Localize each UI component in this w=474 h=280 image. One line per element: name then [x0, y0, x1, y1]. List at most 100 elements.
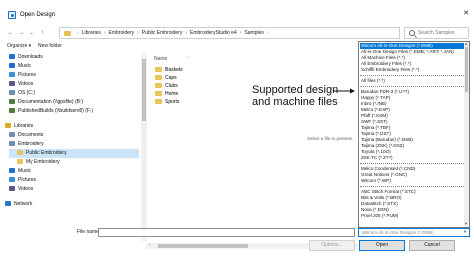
pictures-icon: [9, 177, 15, 182]
annotation-line-1: Supported design: [252, 84, 339, 96]
sidebar-item-downloads[interactable]: Downloads: [9, 53, 139, 62]
sidebar-item-publishedbuilds-drive[interactable]: PublishedBuilds (\\buildserv8) (F:): [9, 107, 139, 116]
column-header-name[interactable]: ^ Name: [154, 55, 189, 62]
navigation-scrollbar[interactable]: [141, 53, 147, 241]
documents-icon: [9, 132, 15, 137]
title-bar: Open Design ✕: [0, 9, 474, 21]
sidebar-item-label: PublishedBuilds (\\buildserv8) (F:): [18, 108, 94, 114]
breadcrumb-separator: ›: [103, 30, 106, 36]
dropdown-scrollbar[interactable]: ▲ ▼: [464, 42, 469, 227]
breadcrumb-embroidery[interactable]: Embroidery: [109, 30, 135, 36]
sidebar-item-documentation-drive[interactable]: Documentation (\\gpsfile) (B:): [9, 98, 139, 107]
sidebar-item-label: Libraries: [14, 123, 34, 129]
new-folder-button[interactable]: New folder: [38, 43, 62, 50]
column-header-label: Name: [154, 56, 168, 62]
list-item[interactable]: Clubs: [155, 82, 178, 90]
dropdown-separator: [360, 86, 464, 87]
filetype-option[interactable]: Proel 205 (*.PUM): [360, 213, 464, 219]
libraries-icon: [5, 123, 11, 128]
sidebar-item-videos[interactable]: Videos: [9, 80, 139, 89]
list-item[interactable]: Sports: [155, 98, 179, 106]
filetype-select[interactable]: Wilcom All-in-One Designs (*.EMB) ▼: [358, 228, 470, 237]
filetype-dropdown-list[interactable]: ▲ ▼ Wilcom All-in-One Designs (*.EMB) All…: [358, 41, 470, 228]
scrollbar-thumb[interactable]: [142, 59, 146, 121]
sidebar-item-my-embroidery[interactable]: My Embroidery: [17, 158, 139, 167]
folder-icon: [155, 99, 162, 104]
filetype-option[interactable]: All files (*.*): [360, 78, 464, 84]
up-button[interactable]: ↑: [38, 28, 47, 38]
address-bar[interactable]: › Libraries › Embroidery › Public Embroidery ›…: [59, 27, 449, 39]
network-icon: [5, 201, 11, 206]
folder-icon: [155, 75, 162, 80]
folder-icon: [155, 91, 162, 96]
file-name-input[interactable]: ▼: [98, 228, 454, 237]
sidebar-item-embroidery[interactable]: Embroidery: [9, 140, 139, 149]
sidebar-item-label: Pictures: [18, 72, 37, 78]
filetype-selected-value: Wilcom All-in-One Designs (*.EMB): [362, 230, 434, 235]
list-item[interactable]: Baskets: [155, 66, 183, 74]
network-drive-icon: [9, 99, 15, 104]
chevron-down-icon[interactable]: ▼: [463, 229, 467, 234]
scroll-left-icon[interactable]: ‹: [149, 242, 151, 248]
open-button[interactable]: Open: [359, 240, 405, 251]
forward-button[interactable]: →: [17, 28, 26, 38]
sidebar-item-pictures[interactable]: Pictures: [9, 71, 139, 80]
navigation-pane: Downloads Music Pictures Videos OS (C:) …: [5, 53, 143, 241]
file-name: Sports: [165, 99, 180, 105]
scroll-down-icon[interactable]: ▼: [464, 221, 468, 226]
sidebar-item-documents[interactable]: Documents: [9, 131, 139, 140]
sidebar-item-videos-library[interactable]: Videos: [9, 185, 139, 194]
list-item[interactable]: Home: [155, 90, 178, 98]
libraries-folder-icon: [64, 31, 71, 36]
sidebar-item-libraries[interactable]: Libraries: [5, 122, 139, 131]
sidebar-item-music[interactable]: Music: [9, 62, 139, 71]
library-icon: [9, 141, 15, 146]
filetype-option[interactable]: Wilcom (*.WP): [360, 178, 464, 184]
network-drive-icon: [9, 108, 15, 113]
window-title: Open Design: [20, 12, 56, 18]
sidebar-item-label: Videos: [18, 186, 34, 192]
music-icon: [9, 168, 15, 173]
breadcrumb-separator: ›: [137, 30, 139, 36]
search-input[interactable]: Search Samples: [404, 27, 469, 39]
list-item[interactable]: Caps: [155, 74, 177, 82]
breadcrumb-samples[interactable]: Samples: [244, 30, 263, 36]
sidebar-item-public-embroidery[interactable]: Public Embroidery: [9, 149, 139, 158]
preview-placeholder: Select a file to preview.: [307, 136, 354, 141]
scroll-up-icon[interactable]: ▲: [464, 42, 468, 46]
recent-locations-button[interactable]: ⌄: [27, 28, 36, 38]
sidebar-item-label: Music: [18, 63, 32, 69]
annotation-line-2: and machine files: [252, 96, 338, 108]
sidebar-item-label: My Embroidery: [26, 159, 60, 165]
sidebar-item-music-library[interactable]: Music: [9, 167, 139, 176]
open-design-dialog: Open Design ✕ ← → ⌄ ↑ › Libraries › Embroid…: [0, 0, 474, 280]
sidebar-item-pictures-library[interactable]: Pictures: [9, 176, 139, 185]
file-name: Home: [165, 91, 179, 97]
sidebar-item-label: Downloads: [18, 54, 43, 60]
breadcrumb-public-embroidery[interactable]: Public Embroidery: [142, 30, 183, 36]
filetype-option[interactable]: ZSK TC (*.Z??): [360, 155, 464, 161]
options-button[interactable]: Options...: [309, 240, 355, 251]
breadcrumb-embroiderystudio[interactable]: EmbroideryStudio e4: [190, 30, 237, 36]
scrollbar-thumb[interactable]: [158, 244, 248, 248]
close-button[interactable]: ✕: [461, 9, 471, 19]
file-name: Caps: [165, 75, 177, 81]
search-placeholder: Search Samples: [418, 30, 455, 36]
sidebar-item-os-drive[interactable]: OS (C:): [9, 89, 139, 98]
sidebar-item-network[interactable]: Network: [5, 200, 139, 209]
dropdown-separator: [360, 163, 464, 164]
sidebar-item-label: Embroidery: [18, 141, 44, 147]
drive-icon: [9, 90, 15, 95]
cancel-button[interactable]: Cancel: [409, 240, 455, 251]
music-icon: [9, 63, 15, 68]
back-button[interactable]: ←: [6, 28, 15, 38]
scrollbar-thumb[interactable]: [465, 47, 468, 92]
breadcrumb-separator: ›: [266, 30, 269, 36]
breadcrumb-libraries[interactable]: Libraries: [82, 30, 101, 36]
folder-icon: [17, 159, 23, 164]
folder-icon: [155, 67, 162, 72]
videos-icon: [9, 186, 15, 191]
filetype-option[interactable]: Schiffli Embroidery Files (*.*): [360, 67, 464, 73]
organize-button[interactable]: Organize ▾: [7, 43, 31, 50]
breadcrumb: › Libraries › Embroidery › Public Embroidery ›…: [74, 30, 272, 37]
